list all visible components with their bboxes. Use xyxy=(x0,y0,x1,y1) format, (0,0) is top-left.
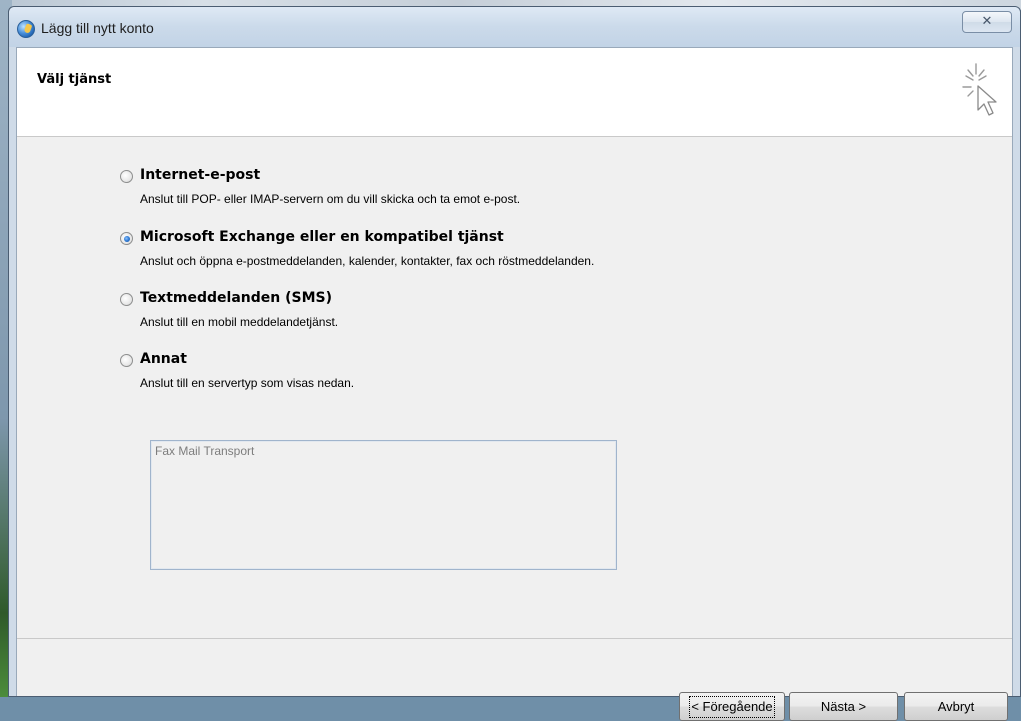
window-title: Lägg till nytt konto xyxy=(41,20,154,36)
list-item[interactable]: Fax Mail Transport xyxy=(155,444,254,458)
option-description: Anslut till POP- eller IMAP-servern om d… xyxy=(140,192,521,206)
option-description: Anslut och öppna e-postmeddelanden, kale… xyxy=(140,254,595,268)
option-label: Annat xyxy=(140,351,187,367)
radio-other[interactable] xyxy=(120,354,133,367)
option-label: Textmeddelanden (SMS) xyxy=(140,290,332,306)
radio-internet-email[interactable] xyxy=(120,170,133,183)
option-description: Anslut till en servertyp som visas nedan… xyxy=(140,376,355,390)
title-bar[interactable]: Lägg till nytt konto ✕ xyxy=(9,7,1020,47)
option-label: Microsoft Exchange eller en kompatibel t… xyxy=(140,229,504,245)
radio-exchange[interactable] xyxy=(120,232,133,245)
next-button[interactable]: Nästa > xyxy=(789,692,898,721)
cursor-sparkle-icon xyxy=(962,63,997,116)
wizard-footer: < Föregående Nästa > Avbryt xyxy=(17,638,1012,721)
back-button[interactable]: < Föregående xyxy=(679,692,785,721)
option-description: Anslut till en mobil meddelandetjänst. xyxy=(140,315,339,329)
option-label: Internet-e-post xyxy=(140,167,261,183)
server-type-listbox[interactable]: Fax Mail Transport xyxy=(150,440,617,570)
page-title: Välj tjänst xyxy=(37,72,112,87)
back-button-label: < Föregående xyxy=(689,696,775,718)
wizard-header: Välj tjänst xyxy=(17,48,1012,137)
cancel-button[interactable]: Avbryt xyxy=(904,692,1008,721)
add-account-dialog: Lägg till nytt konto ✕ Välj tjänst Inter… xyxy=(8,6,1021,721)
outlook-globe-icon xyxy=(17,20,35,38)
dialog-client-area: Välj tjänst Internet-e-post Anslut till xyxy=(16,47,1013,721)
close-button[interactable]: ✕ xyxy=(962,11,1012,33)
radio-sms[interactable] xyxy=(120,293,133,306)
wizard-body: Internet-e-post Anslut till POP- eller I… xyxy=(17,137,1012,638)
